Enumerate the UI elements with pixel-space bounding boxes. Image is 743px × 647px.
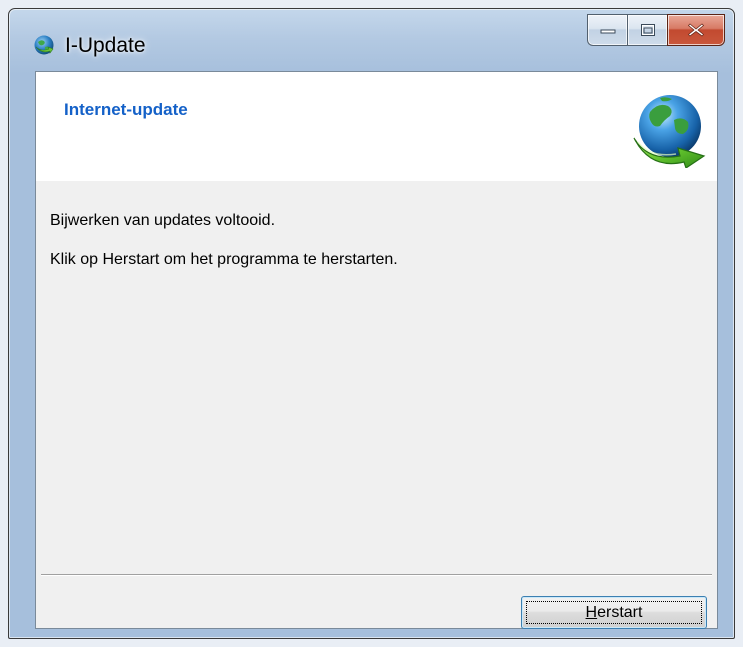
instruction-message: Klik op Herstart om het programma te her… xyxy=(50,251,398,268)
minimize-button[interactable] xyxy=(587,14,627,46)
globe-arrow-icon xyxy=(633,95,706,168)
restart-button[interactable]: Herstart xyxy=(521,596,707,629)
footer-separator xyxy=(41,574,712,576)
status-message: Bijwerken van updates voltooid. xyxy=(50,212,276,229)
maximize-icon xyxy=(628,15,667,45)
focus-rectangle xyxy=(526,601,702,624)
globe-arrow-icon[interactable] xyxy=(33,34,55,56)
caption-buttons xyxy=(587,14,725,46)
maximize-button[interactable] xyxy=(627,14,667,46)
update-window: I-Update Internet-update Bijwerken van u… xyxy=(8,8,735,639)
close-button[interactable] xyxy=(667,14,725,46)
title-bar[interactable]: I-Update xyxy=(9,9,734,71)
page-title: Internet-update xyxy=(64,100,188,119)
dialog-client-area: Internet-update Bijwerken van updates vo… xyxy=(35,71,718,629)
window-title: I-Update xyxy=(65,34,146,57)
close-icon xyxy=(668,15,724,45)
minimize-icon xyxy=(588,15,627,45)
header-panel: Internet-update xyxy=(36,72,717,181)
